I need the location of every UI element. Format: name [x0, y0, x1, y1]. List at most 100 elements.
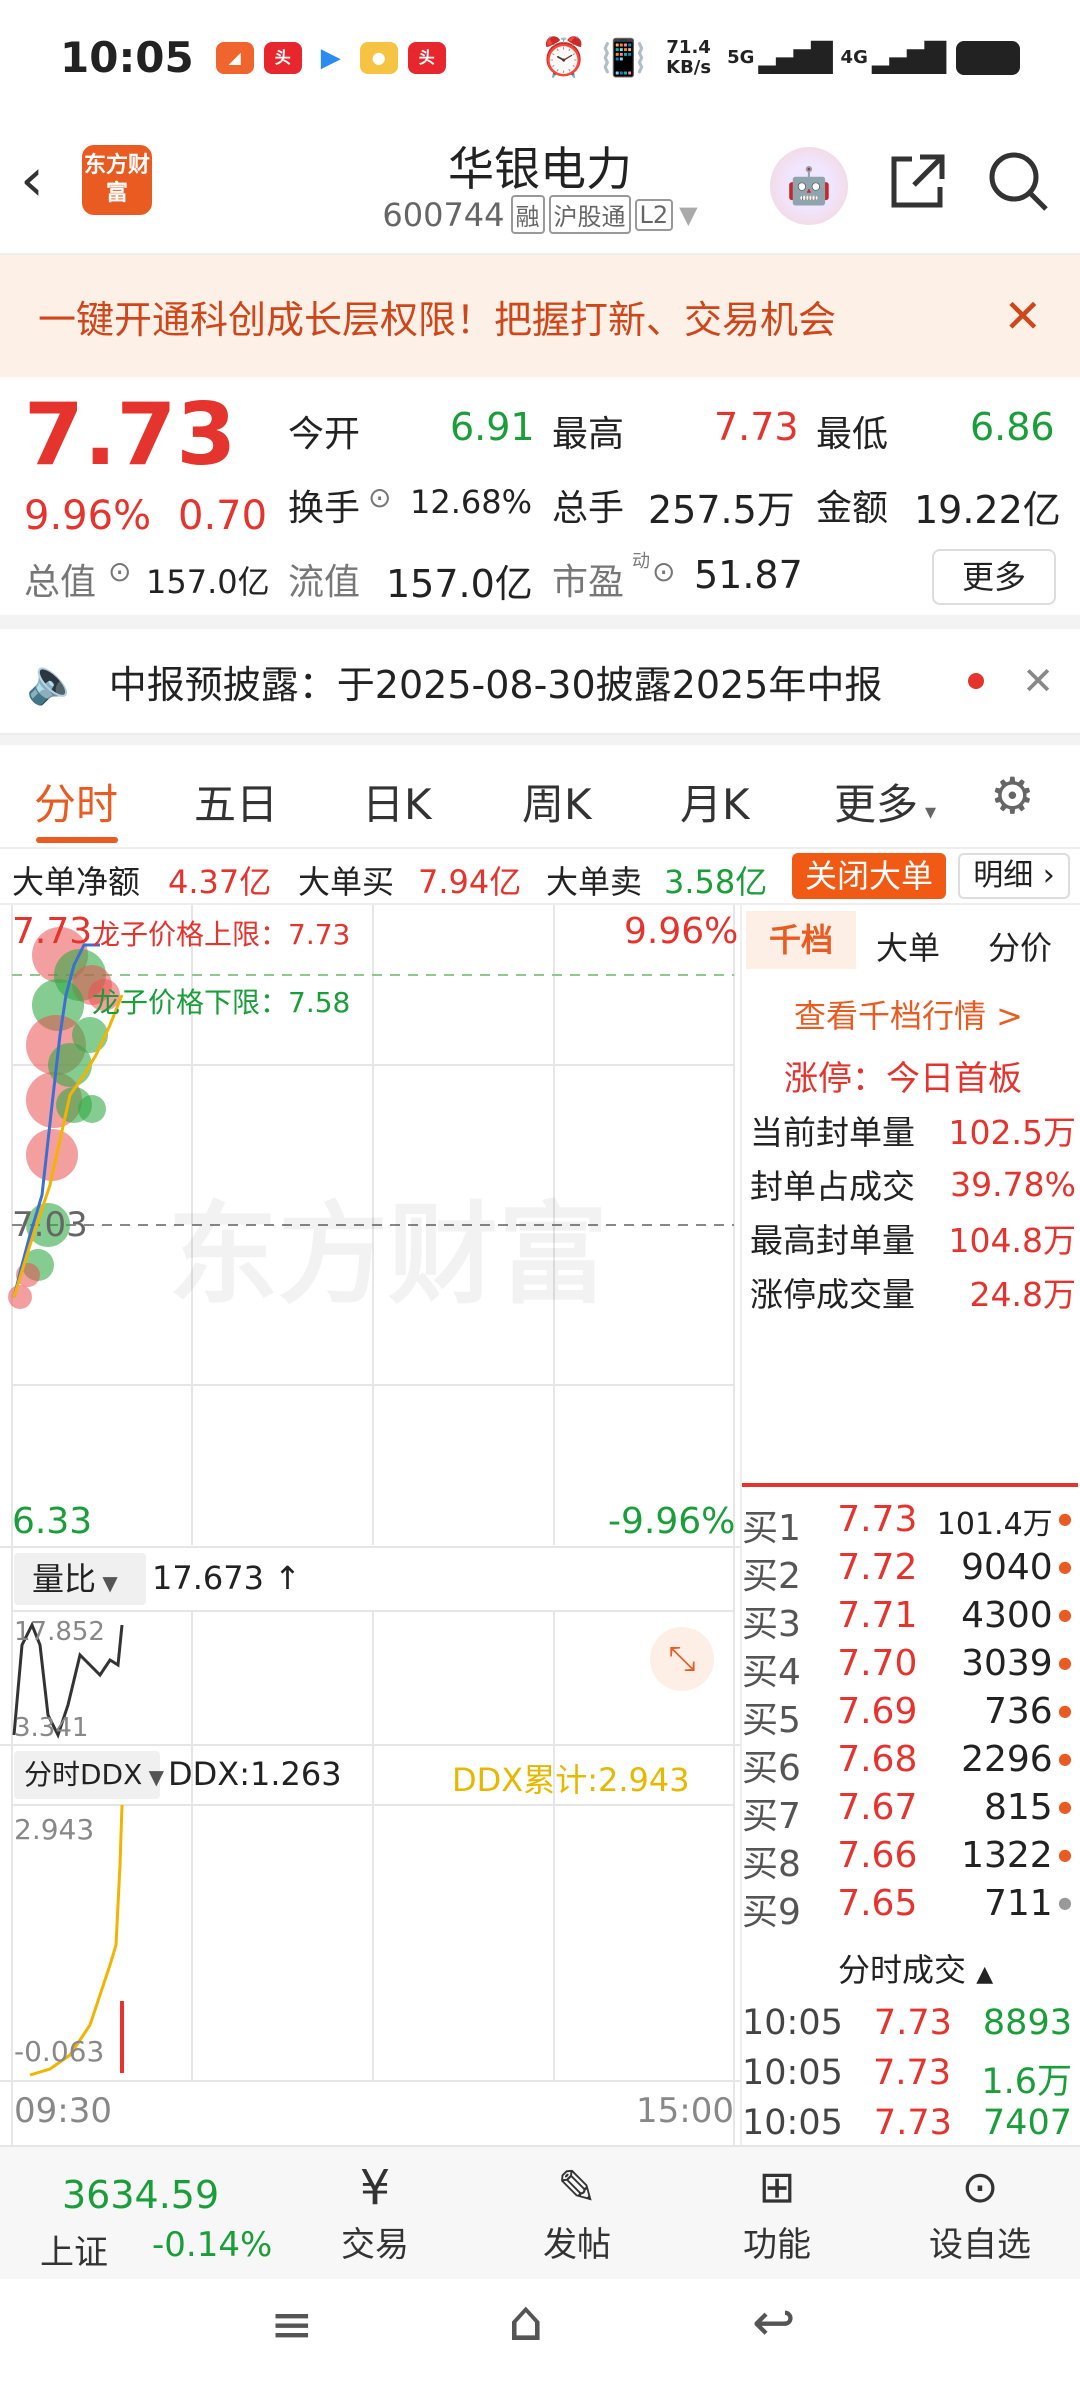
- view-depth-link[interactable]: 查看千档行情 >: [794, 991, 1023, 1037]
- big-buy-value: 7.94亿: [418, 863, 522, 901]
- chart-area: 7.73 9.96% 龙子价格上限：7.73 龙子价格下限：7.58 7.03 …: [0, 905, 1080, 2145]
- settings-gear-icon[interactable]: ⚙: [990, 771, 1035, 821]
- bid-label: 买2: [742, 1556, 801, 1597]
- watchlist-label: 设自选: [929, 2225, 1031, 2265]
- index-change[interactable]: -0.14%: [152, 2225, 272, 2265]
- ddx-selector[interactable]: 分时DDX ▼: [14, 1751, 164, 1799]
- amount-label: 金额: [816, 488, 889, 529]
- bid-price: 7.66: [837, 1835, 918, 1876]
- bid-row[interactable]: 买1 7.73 101.4万 ●: [742, 1499, 1072, 1551]
- bid-volume: 101.4万: [936, 1507, 1053, 1542]
- close-big-order-button[interactable]: 关闭大单: [792, 853, 946, 899]
- low-value: 6.86: [970, 405, 1055, 449]
- trade-time: 10:05: [742, 2003, 843, 2043]
- bid-volume: 1322: [961, 1835, 1053, 1876]
- ddx-value: DDX:1.263: [168, 1755, 342, 1793]
- tab-monthly-k[interactable]: 月K: [680, 771, 750, 832]
- notice-close-icon[interactable]: ✕: [1022, 659, 1054, 703]
- stat-value: 102.5万: [948, 1113, 1076, 1152]
- bid-row[interactable]: 买8 7.66 1322 ●: [742, 1835, 1072, 1887]
- high-label: 最高: [552, 414, 625, 455]
- bid-dot: ●: [1058, 1701, 1072, 1720]
- bid-row[interactable]: 买5 7.69 736 ●: [742, 1691, 1072, 1743]
- stock-header: ‹ 东方财富 华银电力 600744 融 沪股通 L2 ▼ 🤖: [0, 115, 1080, 255]
- dropdown-icon[interactable]: ▼: [679, 201, 697, 229]
- bid-row[interactable]: 买3 7.71 4300 ●: [742, 1595, 1072, 1647]
- volratio-label: 量比: [32, 1560, 97, 1598]
- pe-info-icon[interactable]: ⊙: [652, 555, 675, 588]
- index-value[interactable]: 3634.59: [62, 2173, 219, 2217]
- notice-bar[interactable]: 🔈 中报预披露：于2025-08-30披露2025年中报 ✕: [0, 629, 1080, 735]
- limit-stats: 当前封单量 102.5万 封单占成交 39.78% 最高封单量 104.8万 涨停成交量 24…: [750, 1103, 1076, 1319]
- bid-price: 7.65: [837, 1883, 918, 1924]
- bid-dot: ●: [1058, 1797, 1072, 1816]
- status-bar: 10:05 ◢ 头 ▶ ● 头 ⏰ 📳 71.4 KB/s 5G ▂▄▆█ 4G…: [0, 0, 1080, 115]
- video-app-icon: ▶: [311, 41, 350, 74]
- bid-label: 买1: [742, 1508, 801, 1549]
- tab-more[interactable]: 更多 ▾: [834, 771, 936, 832]
- bid-volume: 9040: [961, 1547, 1053, 1588]
- trade-price: 7.73: [873, 2103, 952, 2143]
- trades-title-label: 分时成交: [838, 1951, 967, 1989]
- bid-row[interactable]: 买4 7.70 3039 ●: [742, 1643, 1072, 1695]
- tab-daily-k[interactable]: 日K: [362, 771, 432, 832]
- ai-assistant-icon[interactable]: 🤖: [770, 147, 848, 225]
- trade-row: 10:05 7.73 7407: [742, 2103, 1072, 2143]
- promo-text: 一键开通科创成长层权限！把握打新、交易机会: [38, 297, 837, 342]
- trade-row: 10:05 7.73 1.6万: [742, 2053, 1072, 2104]
- tab-5day[interactable]: 五日: [194, 771, 278, 832]
- home-icon[interactable]: ⌂: [508, 2289, 544, 2354]
- promo-banner[interactable]: 一键开通科创成长层权限！把握打新、交易机会 ✕: [0, 255, 1080, 377]
- post-label: 发帖: [543, 2225, 611, 2265]
- tab-price-dist[interactable]: 分价: [988, 923, 1052, 969]
- mcap-info-icon[interactable]: ⊙: [108, 555, 131, 588]
- trade-yen-icon: ¥: [359, 2160, 391, 2216]
- tab-depth[interactable]: 千档: [746, 911, 856, 969]
- add-watchlist-button[interactable]: ⊙ 设自选: [920, 2159, 1040, 2266]
- bid-price: 7.69: [837, 1691, 918, 1732]
- bid-row[interactable]: 买2 7.72 9040 ●: [742, 1547, 1072, 1599]
- tab-weekly-k[interactable]: 周K: [522, 771, 592, 832]
- bid-price: 7.71: [837, 1595, 918, 1636]
- notice-text: 中报预披露：于2025-08-30披露2025年中报: [108, 662, 883, 707]
- back-icon[interactable]: ↩: [752, 2293, 796, 2353]
- speaker-icon: 🔈: [26, 656, 81, 707]
- trade-button[interactable]: ¥ 交易: [330, 2159, 420, 2266]
- net-label: 大单净额: [12, 863, 141, 901]
- pe-dynamic-sup: 动: [632, 551, 650, 572]
- divider: [0, 615, 1080, 629]
- bid-row[interactable]: 买9 7.65 711 ●: [742, 1883, 1072, 1935]
- bid-row[interactable]: 买7 7.67 815 ●: [742, 1787, 1072, 1839]
- function-button[interactable]: ⊞ 功能: [732, 2159, 822, 2266]
- menu-icon[interactable]: ≡: [270, 2295, 314, 2355]
- share-icon[interactable]: [886, 151, 948, 217]
- close-icon[interactable]: ✕: [1003, 289, 1042, 343]
- stat-value: 24.8万: [969, 1275, 1076, 1314]
- post-button[interactable]: ✎ 发帖: [532, 2159, 622, 2266]
- detail-button[interactable]: 明细 ›: [958, 853, 1070, 899]
- big-order-bubble: [72, 1017, 108, 1053]
- net-speed-unit: KB/s: [666, 56, 712, 78]
- float-value: 157.0亿: [386, 562, 533, 606]
- toutiao-icon-2: 头: [407, 41, 446, 74]
- volratio-selector[interactable]: 量比 ▼: [14, 1553, 146, 1605]
- bid-ask-divider: [742, 1483, 1078, 1487]
- stat-label: 封单占成交: [750, 1167, 915, 1206]
- trade-price: 7.73: [873, 2003, 952, 2043]
- volratio-value: 17.673 ↑: [152, 1559, 301, 1597]
- more-button[interactable]: 更多: [932, 549, 1056, 605]
- stat-row: 涨停成交量 24.8万: [750, 1265, 1076, 1319]
- expand-icon[interactable]: ⤡: [650, 1627, 714, 1691]
- turnover-info-icon[interactable]: ⊙: [368, 481, 391, 514]
- trade-row: 10:05 7.73 8893: [742, 2003, 1072, 2043]
- index-name[interactable]: 上证: [40, 2225, 108, 2274]
- search-icon[interactable]: [986, 149, 1052, 219]
- tab-intraday[interactable]: 分时: [34, 771, 118, 832]
- trades-title: 分时成交 ▲: [838, 1951, 994, 1989]
- bid-row[interactable]: 买6 7.68 2296 ●: [742, 1739, 1072, 1791]
- bid-volume: 711: [983, 1883, 1053, 1924]
- tab-big-order[interactable]: 大单: [876, 923, 940, 969]
- high-value: 7.73: [714, 405, 799, 449]
- bid-dot: ●: [1058, 1893, 1072, 1912]
- trade-volume: 8893: [982, 2003, 1072, 2043]
